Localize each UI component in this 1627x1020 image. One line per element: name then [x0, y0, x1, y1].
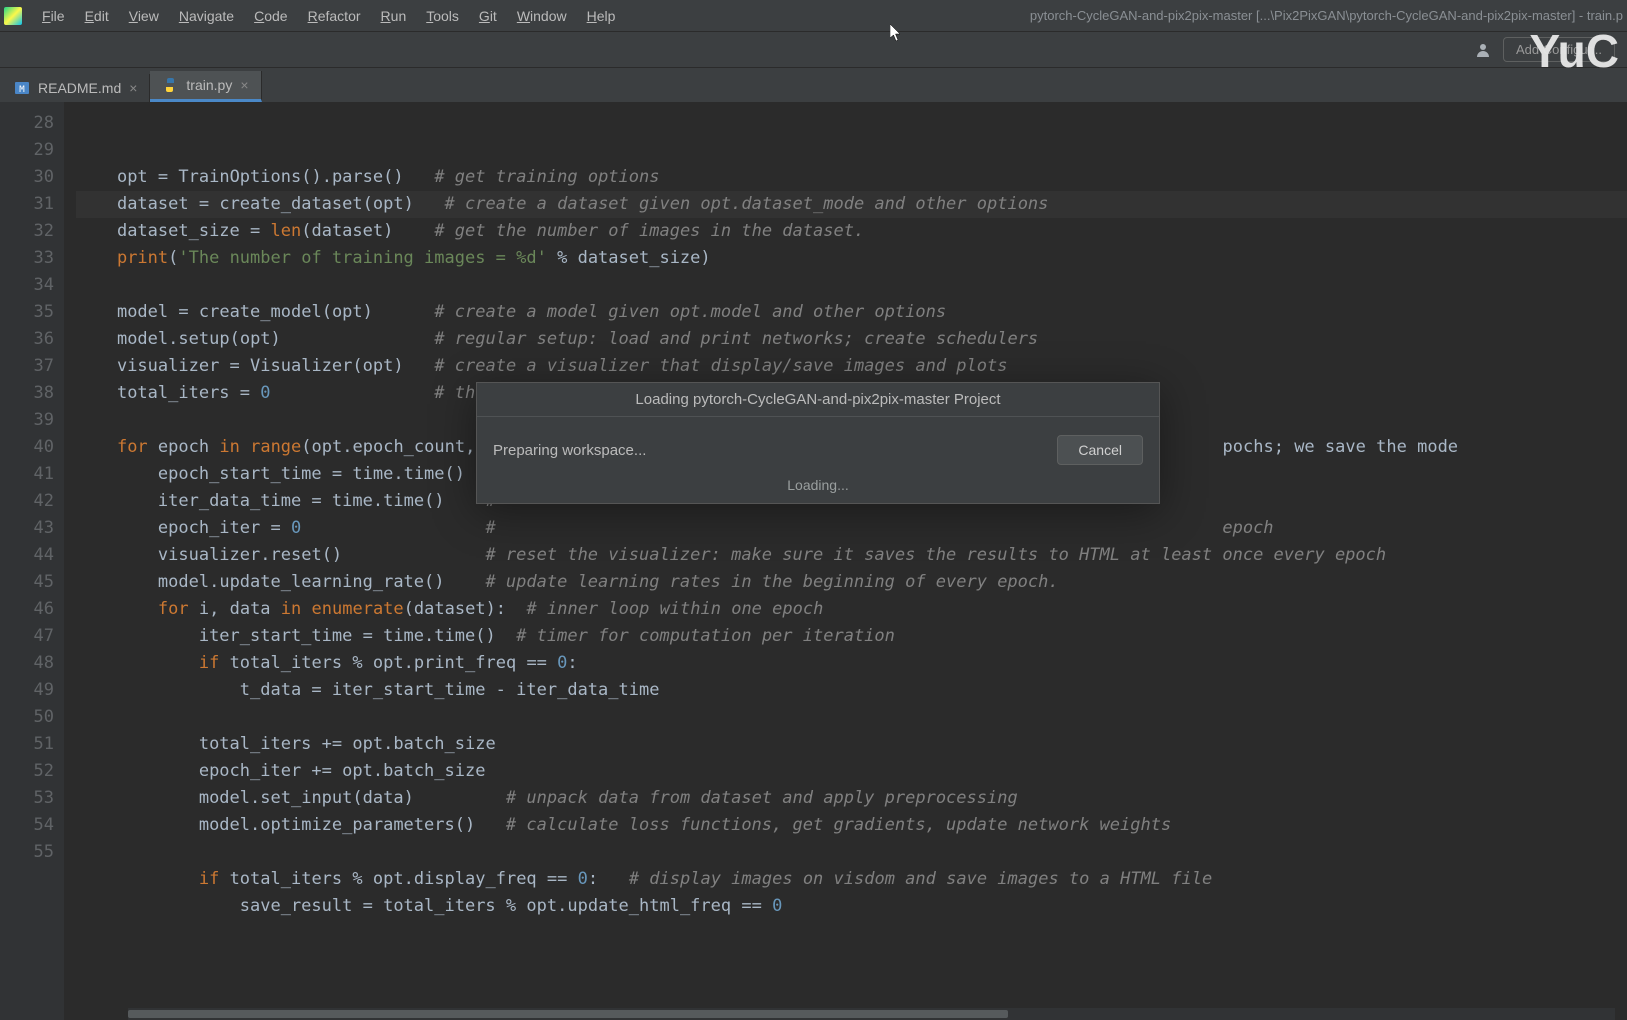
- menu-view[interactable]: View: [119, 4, 169, 28]
- close-icon[interactable]: ×: [129, 80, 137, 96]
- code-line[interactable]: [76, 839, 1627, 866]
- code-line[interactable]: save_result = total_iters % opt.update_h…: [76, 893, 1627, 920]
- horizontal-scrollbar-thumb[interactable]: [128, 1010, 1008, 1018]
- editor: 2829303132333435363738394041424344454647…: [0, 102, 1627, 1020]
- code-line[interactable]: visualizer = Visualizer(opt) # create a …: [76, 353, 1627, 380]
- line-number: 50: [0, 704, 54, 731]
- menu-refactor[interactable]: Refactor: [298, 4, 371, 28]
- line-number: 45: [0, 569, 54, 596]
- loading-project-dialog: Loading pytorch-CycleGAN-and-pix2pix-mas…: [476, 382, 1160, 504]
- cancel-button[interactable]: Cancel: [1057, 435, 1143, 465]
- tab-label: README.md: [38, 80, 121, 96]
- code-line[interactable]: model = create_model(opt) # create a mod…: [76, 299, 1627, 326]
- line-number-gutter: 2829303132333435363738394041424344454647…: [0, 102, 64, 1020]
- code-line[interactable]: epoch_iter = 0 # epoch: [76, 515, 1627, 542]
- line-number: 42: [0, 488, 54, 515]
- code-area[interactable]: opt = TrainOptions().parse() # get train…: [64, 102, 1627, 1020]
- editor-tabs: M README.md × train.py ×: [0, 68, 1627, 102]
- code-line[interactable]: total_iters += opt.batch_size: [76, 731, 1627, 758]
- tab-label: train.py: [186, 77, 232, 93]
- pycharm-app-icon: [4, 7, 22, 25]
- dialog-message: Preparing workspace...: [493, 442, 646, 459]
- code-line[interactable]: if total_iters % opt.print_freq == 0:: [76, 650, 1627, 677]
- menu-code[interactable]: Code: [244, 4, 297, 28]
- code-line[interactable]: model.setup(opt) # regular setup: load a…: [76, 326, 1627, 353]
- line-number: 46: [0, 596, 54, 623]
- code-line[interactable]: if total_iters % opt.display_freq == 0: …: [76, 866, 1627, 893]
- line-number: 51: [0, 731, 54, 758]
- code-line[interactable]: for i, data in enumerate(dataset): # inn…: [76, 596, 1627, 623]
- line-number: 28: [0, 110, 54, 137]
- py-icon: [162, 77, 178, 93]
- line-number: 53: [0, 785, 54, 812]
- line-number: 36: [0, 326, 54, 353]
- line-number: 38: [0, 380, 54, 407]
- code-line[interactable]: iter_start_time = time.time() # timer fo…: [76, 623, 1627, 650]
- code-line[interactable]: opt = TrainOptions().parse() # get train…: [76, 164, 1627, 191]
- code-line[interactable]: epoch_iter += opt.batch_size: [76, 758, 1627, 785]
- line-number: 30: [0, 164, 54, 191]
- run-configuration-dropdown[interactable]: Add Configur...: [1503, 37, 1615, 62]
- code-line[interactable]: [76, 272, 1627, 299]
- dialog-footer-status: Loading...: [477, 477, 1159, 503]
- line-number: 34: [0, 272, 54, 299]
- code-line[interactable]: dataset = create_dataset(opt) # create a…: [76, 191, 1627, 218]
- line-number: 35: [0, 299, 54, 326]
- line-number: 37: [0, 353, 54, 380]
- menu-tools[interactable]: Tools: [416, 4, 469, 28]
- line-number: 54: [0, 812, 54, 839]
- code-line[interactable]: visualizer.reset() # reset the visualize…: [76, 542, 1627, 569]
- line-number: 32: [0, 218, 54, 245]
- line-number: 41: [0, 461, 54, 488]
- code-line[interactable]: model.set_input(data) # unpack data from…: [76, 785, 1627, 812]
- menubar: FileEditViewNavigateCodeRefactorRunTools…: [0, 0, 1627, 32]
- svg-text:M: M: [19, 85, 25, 95]
- line-number: 29: [0, 137, 54, 164]
- code-line[interactable]: model.update_learning_rate() # update le…: [76, 569, 1627, 596]
- line-number: 55: [0, 839, 54, 866]
- dialog-title: Loading pytorch-CycleGAN-and-pix2pix-mas…: [477, 383, 1159, 417]
- menu-run[interactable]: Run: [371, 4, 417, 28]
- code-line[interactable]: dataset_size = len(dataset) # get the nu…: [76, 218, 1627, 245]
- horizontal-scrollbar[interactable]: [128, 1008, 1615, 1020]
- code-line[interactable]: t_data = iter_start_time - iter_data_tim…: [76, 677, 1627, 704]
- line-number: 31: [0, 191, 54, 218]
- line-number: 43: [0, 515, 54, 542]
- mouse-cursor-icon: [890, 24, 902, 42]
- avatar-icon[interactable]: [1475, 42, 1491, 58]
- code-line[interactable]: model.optimize_parameters() # calculate …: [76, 812, 1627, 839]
- toolbar: Add Configur...: [0, 32, 1627, 68]
- code-line[interactable]: print('The number of training images = %…: [76, 245, 1627, 272]
- menu-file[interactable]: File: [32, 4, 75, 28]
- md-icon: M: [14, 80, 30, 96]
- line-number: 49: [0, 677, 54, 704]
- menu-navigate[interactable]: Navigate: [169, 4, 244, 28]
- window-title-path: pytorch-CycleGAN-and-pix2pix-master [...…: [1030, 8, 1623, 23]
- line-number: 48: [0, 650, 54, 677]
- menu-window[interactable]: Window: [507, 4, 577, 28]
- menu-git[interactable]: Git: [469, 4, 507, 28]
- tab-train-py[interactable]: train.py ×: [150, 71, 261, 102]
- line-number: 47: [0, 623, 54, 650]
- close-icon[interactable]: ×: [240, 77, 248, 93]
- tab-README-md[interactable]: M README.md ×: [2, 74, 150, 102]
- line-number: 44: [0, 542, 54, 569]
- menu-edit[interactable]: Edit: [75, 4, 119, 28]
- line-number: 40: [0, 434, 54, 461]
- line-number: 52: [0, 758, 54, 785]
- menu-help[interactable]: Help: [577, 4, 626, 28]
- line-number: 39: [0, 407, 54, 434]
- line-number: 33: [0, 245, 54, 272]
- code-line[interactable]: [76, 704, 1627, 731]
